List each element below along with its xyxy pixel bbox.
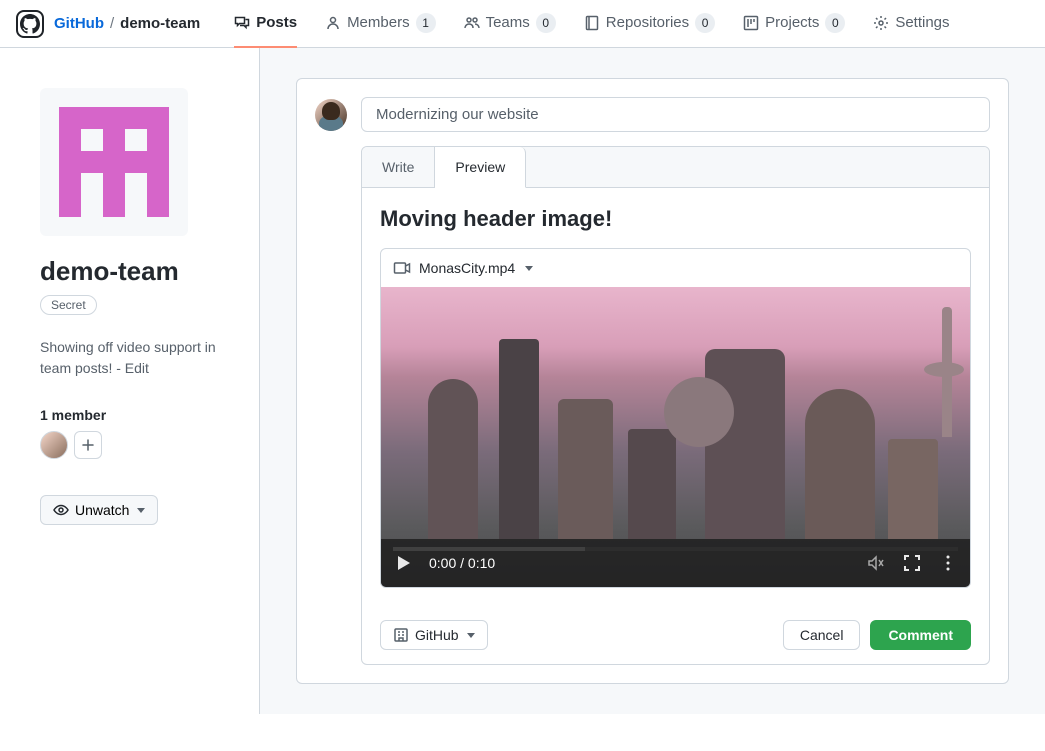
project-icon (743, 15, 759, 31)
volume-muted-icon[interactable] (866, 553, 886, 573)
fullscreen-icon[interactable] (902, 553, 922, 573)
add-member-button[interactable] (74, 431, 102, 459)
more-vertical-icon[interactable] (938, 553, 958, 573)
top-navigation: GitHub / demo-team Posts Members 1 Teams… (0, 0, 1045, 48)
tab-repositories[interactable]: Repositories 0 (584, 0, 715, 48)
team-sidebar: demo-team Secret Showing off video suppo… (0, 48, 260, 714)
pixel-avatar-icon (59, 107, 169, 217)
editor-footer: GitHub Cancel Comment (362, 606, 989, 664)
org-label: GitHub (415, 627, 459, 643)
tab-teams[interactable]: Teams 0 (464, 0, 556, 48)
preview-panel: Moving header image! MonasCity.mp4 (362, 188, 989, 606)
tab-counter: 0 (825, 13, 845, 33)
person-icon (325, 15, 341, 31)
unwatch-button[interactable]: Unwatch (40, 495, 158, 525)
team-description[interactable]: Showing off video support in team posts!… (40, 337, 220, 379)
team-avatar (40, 88, 188, 236)
video-embed: MonasCity.mp4 (380, 248, 971, 588)
tab-members[interactable]: Members 1 (325, 0, 436, 48)
tab-posts[interactable]: Posts (234, 0, 297, 48)
members-count-label: 1 member (40, 407, 239, 423)
author-avatar[interactable] (315, 99, 347, 131)
video-preview-frame[interactable]: 0:00 / 0:10 (381, 287, 970, 587)
tab-label: Settings (895, 14, 949, 31)
tab-label: Projects (765, 14, 819, 31)
post-title-input[interactable] (361, 97, 990, 132)
caret-down-icon (137, 508, 145, 513)
tab-counter: 1 (416, 13, 436, 33)
video-icon (393, 259, 411, 277)
caret-down-icon (525, 266, 533, 271)
tab-projects[interactable]: Projects 0 (743, 0, 845, 48)
breadcrumb-team[interactable]: demo-team (120, 15, 200, 32)
breadcrumb-separator: / (110, 15, 114, 32)
tab-preview[interactable]: Preview (435, 147, 526, 188)
editor-container: Write Preview Moving header image! Monas… (361, 146, 990, 665)
members-list (40, 431, 239, 459)
main-content: Write Preview Moving header image! Monas… (260, 48, 1045, 714)
member-avatar[interactable] (40, 431, 68, 459)
comment-button[interactable]: Comment (870, 620, 971, 650)
github-logo-icon[interactable] (16, 10, 44, 38)
gear-icon (873, 15, 889, 31)
tab-label: Teams (486, 14, 530, 31)
cancel-button[interactable]: Cancel (783, 620, 861, 650)
video-filename: MonasCity.mp4 (419, 260, 515, 276)
organization-icon (393, 627, 409, 643)
breadcrumb-org-link[interactable]: GitHub (54, 15, 104, 32)
visibility-badge: Secret (40, 295, 97, 315)
video-controls: 0:00 / 0:10 (381, 539, 970, 587)
video-time: 0:00 / 0:10 (429, 555, 495, 571)
tab-counter: 0 (536, 13, 556, 33)
comment-discussion-icon (234, 15, 250, 31)
tab-settings[interactable]: Settings (873, 0, 949, 48)
tab-label: Posts (256, 14, 297, 31)
repo-icon (584, 15, 600, 31)
people-icon (464, 15, 480, 31)
video-filename-bar[interactable]: MonasCity.mp4 (381, 249, 970, 287)
nav-tabs: Posts Members 1 Teams 0 Repositories 0 P… (234, 0, 949, 48)
team-name-heading: demo-team (40, 256, 239, 287)
post-composer: Write Preview Moving header image! Monas… (296, 78, 1009, 684)
caret-down-icon (467, 633, 475, 638)
play-icon[interactable] (393, 553, 413, 573)
tab-label: Members (347, 14, 410, 31)
unwatch-label: Unwatch (75, 502, 129, 518)
editor-tabs: Write Preview (362, 147, 989, 188)
org-selector-button[interactable]: GitHub (380, 620, 488, 650)
preview-heading: Moving header image! (380, 206, 971, 232)
tab-write[interactable]: Write (362, 147, 435, 187)
breadcrumb: GitHub / demo-team (54, 15, 200, 32)
tab-counter: 0 (695, 13, 715, 33)
eye-icon (53, 502, 69, 518)
tab-label: Repositories (606, 14, 689, 31)
plus-icon (81, 438, 95, 452)
